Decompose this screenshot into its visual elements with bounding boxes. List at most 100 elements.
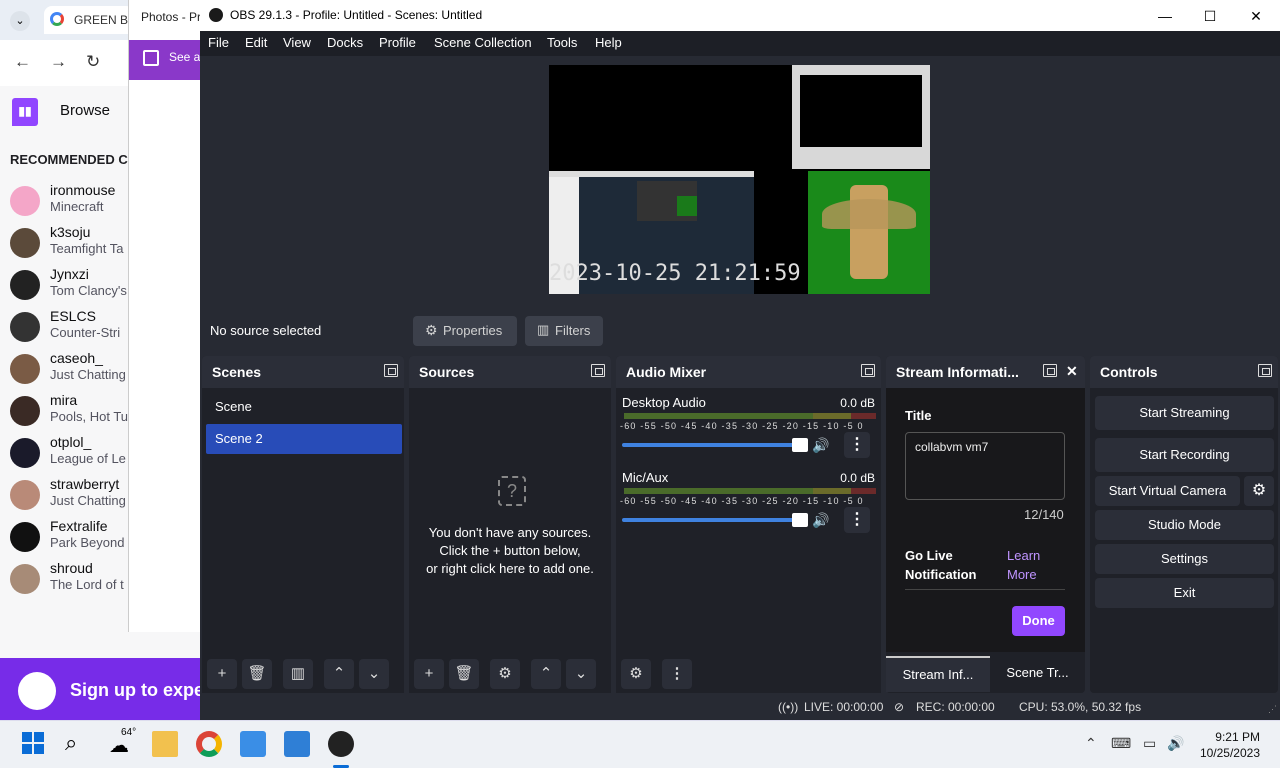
browse-link[interactable]: Browse (60, 102, 110, 119)
twitch-logo-icon[interactable]: ▮▮ (12, 98, 38, 126)
advanced-audio-button[interactable]: ⚙ (621, 659, 651, 689)
undock-icon[interactable] (384, 364, 398, 377)
done-button[interactable]: Done (1012, 606, 1065, 636)
chrome-icon[interactable] (196, 731, 222, 757)
remove-source-button[interactable]: 🗑 (449, 659, 479, 689)
forward-icon[interactable]: → (50, 52, 67, 72)
photos-icon[interactable] (284, 731, 310, 757)
sources-dock[interactable]: Sources ? You don't have any sources. Cl… (409, 356, 611, 693)
studio-mode-button[interactable]: Studio Mode (1095, 510, 1274, 540)
weather-icon[interactable]: ☁ 64° (109, 727, 136, 757)
network-icon[interactable]: ▭ (1143, 735, 1156, 752)
filters-label: Filters (555, 323, 591, 338)
close-button[interactable]: ✕ (1233, 2, 1279, 30)
channel-name: otplol_ (50, 434, 92, 450)
more-options-icon[interactable]: ⋮ (844, 507, 870, 533)
undock-icon[interactable] (861, 364, 875, 377)
menu-scene-collection[interactable]: Scene Collection (434, 35, 532, 50)
channel-game: Pools, Hot Tu (50, 409, 129, 424)
channel-avatar (10, 186, 40, 216)
mic-aux-volume-slider[interactable] (622, 513, 808, 527)
clock-date: 10/25/2023 (1199, 746, 1260, 760)
remove-scene-button[interactable]: 🗑 (242, 659, 272, 689)
add-scene-button[interactable]: + (207, 659, 237, 689)
undock-icon[interactable] (1043, 364, 1057, 377)
mic-aux-meter (624, 488, 876, 494)
learn-more-link[interactable]: Learn More (1007, 546, 1055, 584)
resize-grip-icon[interactable]: ⋰ (1268, 704, 1277, 715)
menu-tools[interactable]: Tools (547, 35, 577, 50)
tab-search-icon[interactable]: ⌄ (10, 11, 30, 31)
preview-canvas[interactable]: 2023-10-25 21:21:59 (549, 65, 930, 294)
source-properties-button[interactable]: ⚙ (490, 659, 520, 689)
undock-icon[interactable] (591, 364, 605, 377)
chrome-tab[interactable]: GREEN BO (44, 6, 134, 34)
add-source-button[interactable]: + (414, 659, 444, 689)
audio-mixer-dock: Audio Mixer Desktop Audio 0.0 dB -60 -55… (616, 356, 881, 693)
empty-sources-message: You don't have any sources. Click the + … (409, 524, 611, 578)
channel-name: k3soju (50, 224, 91, 240)
system-clock[interactable]: 9:21 PM 10/25/2023 (1200, 729, 1260, 761)
speaker-icon[interactable]: 🔊 (812, 512, 829, 529)
signup-banner[interactable]: Sign up to expe (0, 658, 200, 720)
channel-game: Just Chatting (50, 367, 126, 382)
menu-view[interactable]: View (283, 35, 311, 50)
tab-stream-info[interactable]: Stream Inf... (886, 656, 990, 692)
menu-profile[interactable]: Profile (379, 35, 416, 50)
audio-menu-button[interactable]: ⋮ (662, 659, 692, 689)
channel-name: strawberryt (50, 476, 120, 492)
speaker-icon[interactable]: 🔊 (812, 437, 829, 454)
back-icon[interactable]: ← (14, 52, 31, 72)
scene-item[interactable]: Scene (206, 392, 402, 422)
move-source-up-button[interactable]: ⌃ (531, 659, 561, 689)
preview-area[interactable]: 2023-10-25 21:21:59 (200, 56, 1280, 302)
move-source-down-button[interactable]: ⌄ (566, 659, 596, 689)
scenes-title-text: Scenes (212, 364, 262, 380)
filters-button[interactable]: ▥ Filters (525, 316, 603, 346)
settings-button[interactable]: Settings (1095, 544, 1274, 574)
signup-text: Sign up to expe (70, 680, 200, 700)
desktop-audio-ticks: -60 -55 -50 -45 -40 -35 -30 -25 -20 -15 … (620, 421, 864, 431)
undock-icon[interactable] (1258, 364, 1272, 377)
properties-button[interactable]: ⚙ Properties (413, 316, 517, 346)
menu-edit[interactable]: Edit (245, 35, 267, 50)
menu-help[interactable]: Help (595, 35, 622, 50)
move-scene-down-button[interactable]: ⌄ (359, 659, 389, 689)
close-dock-icon[interactable]: ✕ (1066, 363, 1078, 380)
start-streaming-button[interactable]: Start Streaming (1095, 396, 1274, 430)
channel-avatar (10, 396, 40, 426)
scenes-toolbar: + 🗑 ▥ ⌃ ⌄ (202, 655, 404, 693)
slider-handle[interactable] (792, 438, 808, 452)
move-scene-up-button[interactable]: ⌃ (324, 659, 354, 689)
search-icon[interactable]: ⌕ (65, 731, 91, 757)
chevron-up-icon[interactable]: ⌃ (1085, 735, 1097, 752)
exit-button[interactable]: Exit (1095, 578, 1274, 608)
file-explorer-icon[interactable] (152, 731, 178, 757)
menu-bar: File Edit View Docks Profile Scene Colle… (200, 31, 1280, 56)
reload-icon[interactable]: ↻ (86, 52, 100, 72)
tab-scene-transitions[interactable]: Scene Tr... (990, 656, 1085, 692)
windows-start-icon[interactable] (21, 731, 47, 757)
volume-icon[interactable]: 🔊 (1167, 735, 1184, 752)
minimize-button[interactable]: — (1142, 2, 1188, 30)
scene-item-selected[interactable]: Scene 2 (206, 424, 402, 454)
keyboard-icon[interactable]: ⌨ (1111, 735, 1131, 752)
desktop-audio-meter (624, 413, 876, 419)
maximize-button[interactable]: ☐ (1187, 2, 1233, 30)
channel-avatar (10, 522, 40, 552)
menu-docks[interactable]: Docks (327, 35, 363, 50)
scene-filters-button[interactable]: ▥ (283, 659, 313, 689)
onedrive-icon[interactable] (240, 731, 266, 757)
slider-handle[interactable] (792, 513, 808, 527)
virtual-camera-settings-icon[interactable]: ⚙ (1244, 476, 1274, 506)
channel-avatar (10, 228, 40, 258)
menu-file[interactable]: File (208, 35, 229, 50)
more-options-icon[interactable]: ⋮ (844, 432, 870, 458)
start-virtual-camera-button[interactable]: Start Virtual Camera (1095, 476, 1240, 506)
desktop-audio-volume-slider[interactable] (622, 438, 808, 452)
photos-banner[interactable]: See al (129, 40, 203, 80)
obs-icon[interactable] (328, 731, 354, 757)
start-recording-button[interactable]: Start Recording (1095, 438, 1274, 472)
title-input[interactable]: collabvm vm7 (905, 432, 1065, 500)
channel-game: The Lord of t (50, 577, 124, 592)
